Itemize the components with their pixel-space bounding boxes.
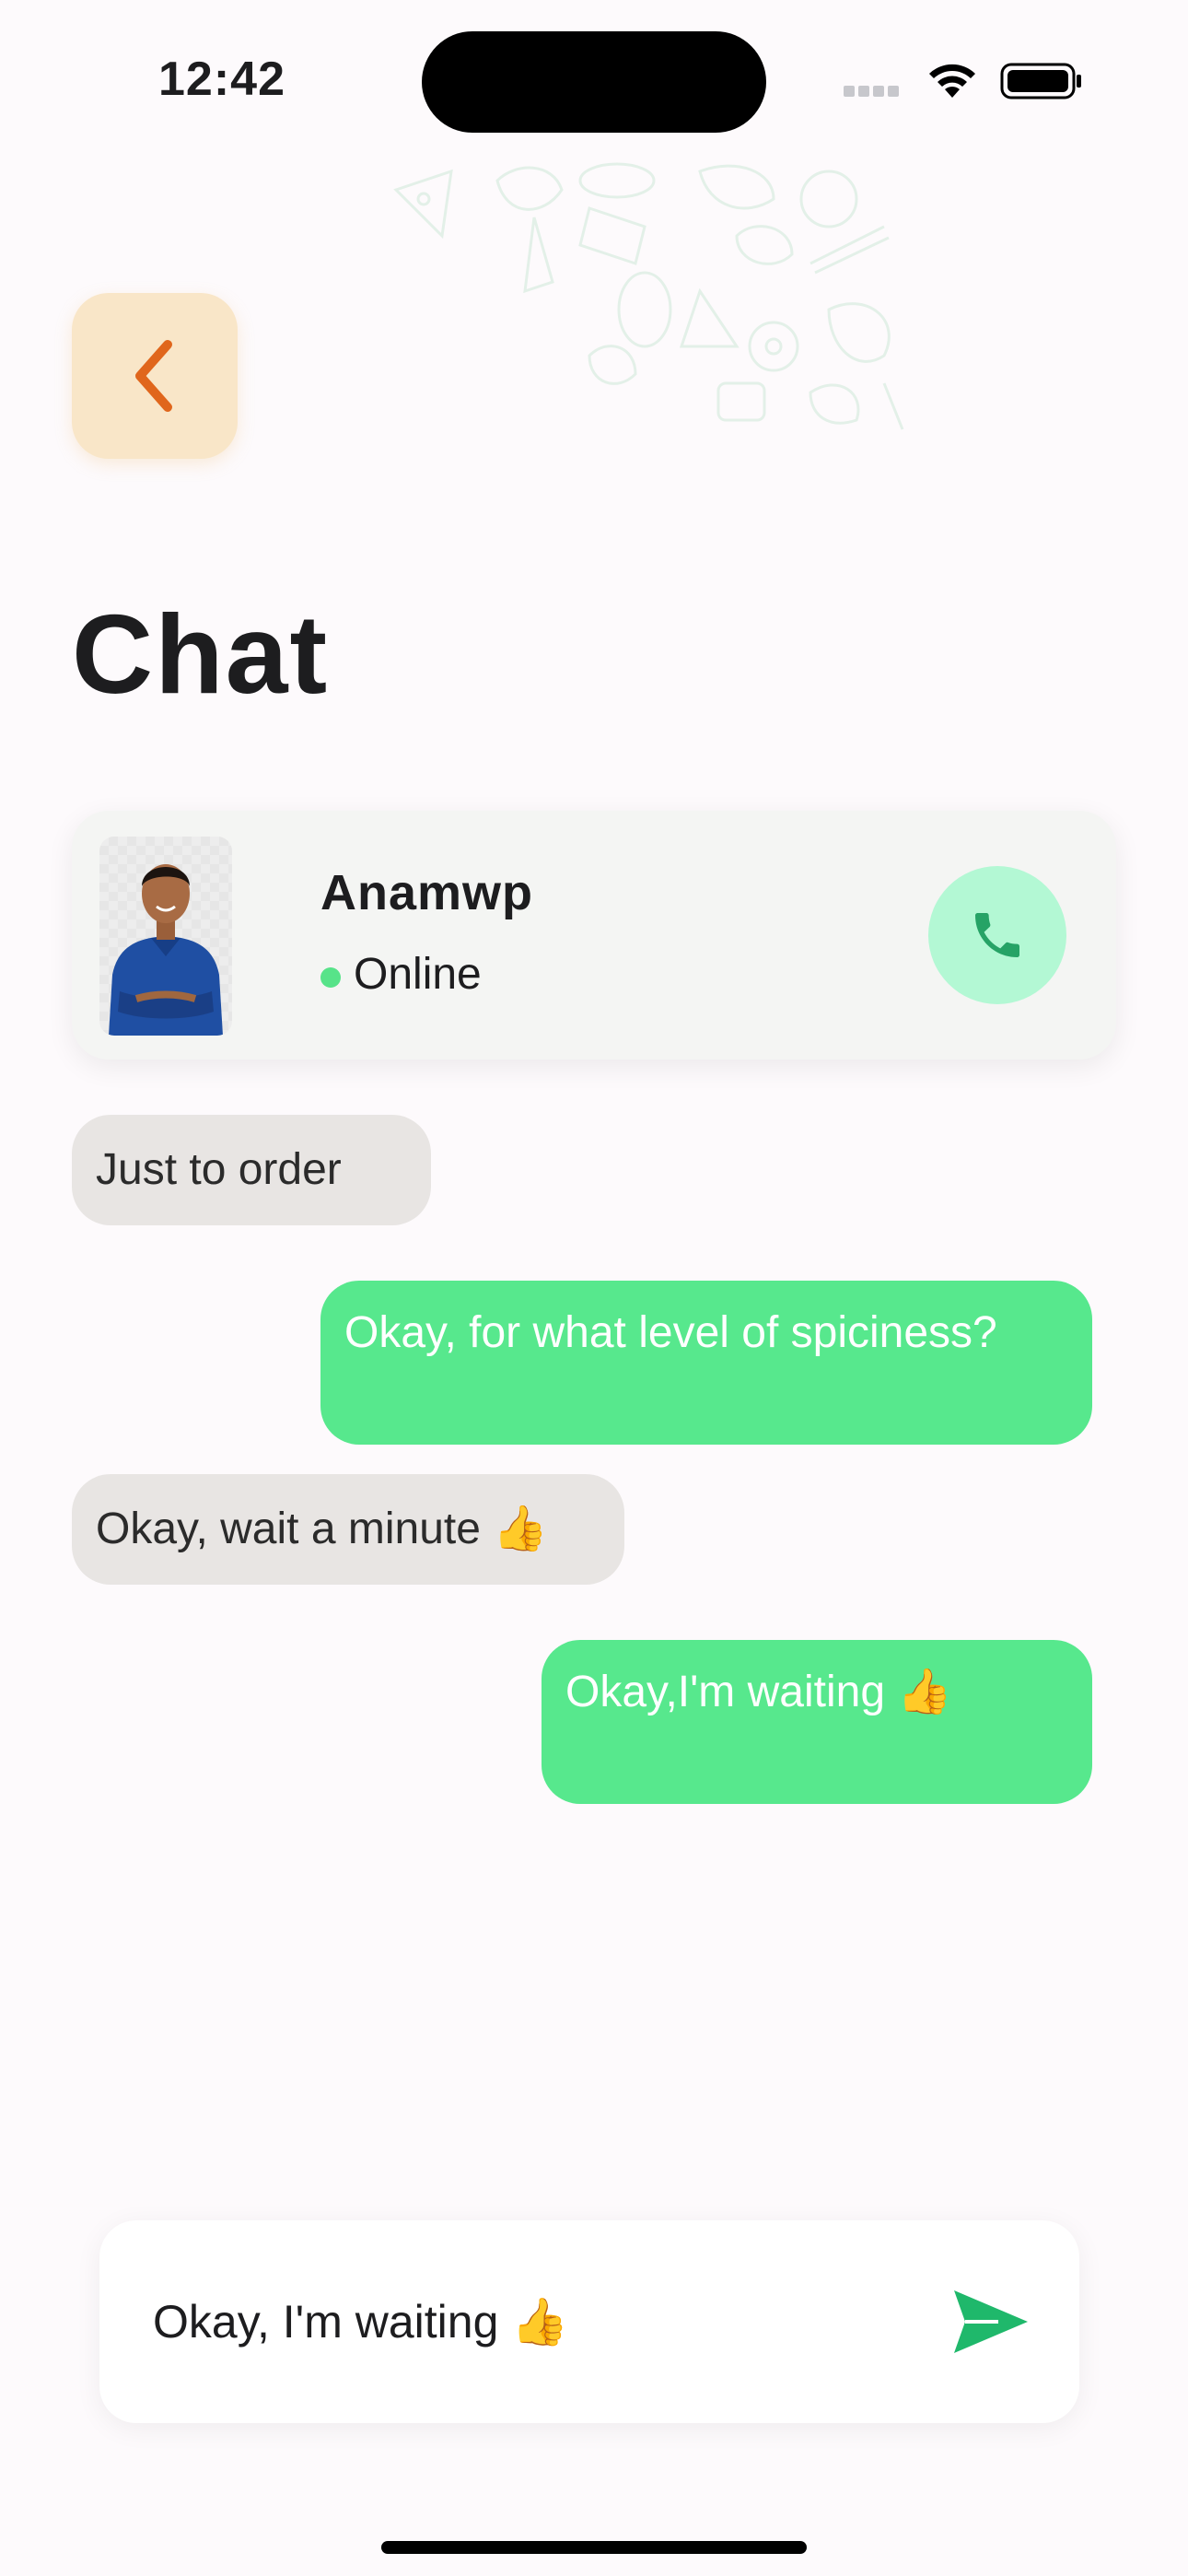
message-outgoing: Okay, for what level of spiciness? bbox=[320, 1281, 1092, 1445]
message-outgoing: Okay,I'm waiting 👍 bbox=[542, 1640, 1092, 1804]
send-button[interactable] bbox=[947, 2281, 1035, 2362]
send-icon bbox=[954, 2290, 1028, 2353]
status-time: 12:42 bbox=[158, 53, 285, 106]
battery-icon bbox=[1000, 61, 1083, 101]
home-indicator bbox=[381, 2541, 807, 2554]
message-input[interactable] bbox=[153, 2285, 908, 2359]
contact-name: Anamwp bbox=[320, 865, 534, 920]
contact-card: Anamwp Online bbox=[72, 811, 1116, 1060]
phone-icon bbox=[975, 913, 1019, 957]
message-incoming: Okay, wait a minute 👍 bbox=[72, 1474, 624, 1585]
chevron-left-icon bbox=[135, 340, 172, 412]
avatar bbox=[99, 837, 232, 1036]
signal-icon bbox=[844, 85, 908, 98]
wifi-icon bbox=[925, 59, 980, 100]
back-button[interactable] bbox=[72, 293, 238, 459]
message-composer bbox=[99, 2220, 1079, 2423]
call-button[interactable] bbox=[928, 866, 1066, 1004]
food-doodles-decoration bbox=[313, 153, 921, 448]
online-status-dot bbox=[320, 967, 341, 988]
message-incoming: Just to order bbox=[72, 1115, 431, 1225]
dynamic-island bbox=[422, 31, 766, 133]
online-status-label: Online bbox=[354, 950, 482, 999]
page-title: Chat bbox=[72, 591, 330, 717]
